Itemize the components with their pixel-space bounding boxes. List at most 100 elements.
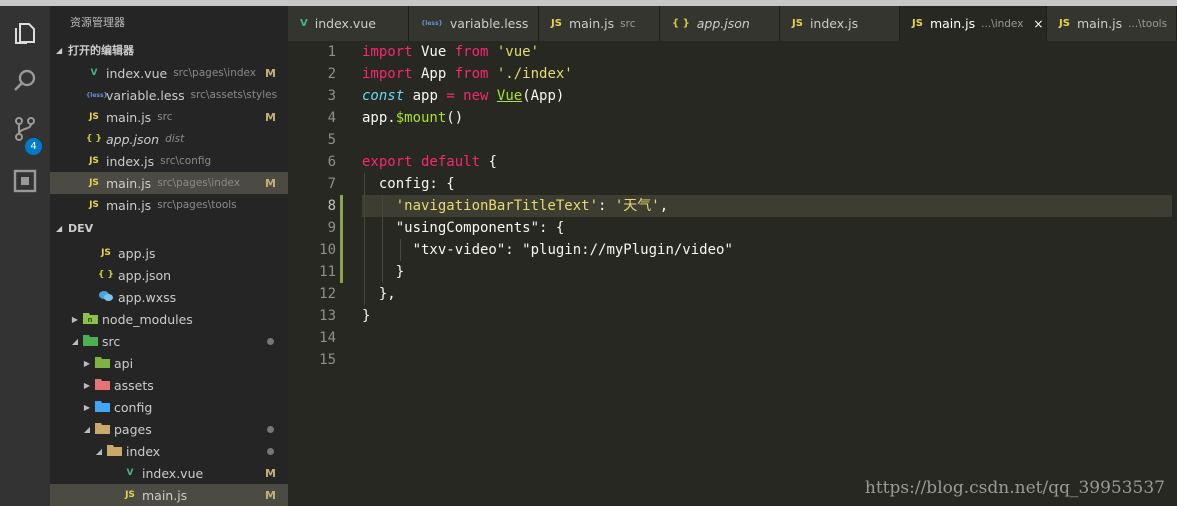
explorer-sidebar: 资源管理器 ◢ 打开的编辑器 V index.vue src\pages\inde… bbox=[50, 6, 288, 506]
folder-src-icon bbox=[82, 334, 98, 349]
line-number: 10 bbox=[319, 242, 336, 258]
tree-item[interactable]: app.wxss bbox=[50, 286, 288, 308]
code-token: : bbox=[505, 242, 523, 258]
code-token: config: bbox=[362, 176, 447, 192]
tree-folder[interactable]: ▶ api bbox=[50, 352, 288, 374]
file-name: main.js bbox=[106, 109, 152, 125]
code-line: "usingComponents": { bbox=[362, 217, 565, 239]
changes-dot bbox=[267, 425, 274, 433]
line-number: 11 bbox=[319, 264, 336, 280]
project-label: DEV bbox=[68, 222, 94, 235]
tab-label: index.vue bbox=[314, 16, 376, 31]
json-file-icon: { } bbox=[86, 134, 102, 144]
files-icon[interactable] bbox=[10, 18, 40, 48]
tab-main-js-src[interactable]: JS main.js src bbox=[539, 6, 660, 41]
line-number: 12 bbox=[319, 286, 336, 302]
tree-folder[interactable]: ◢ pages bbox=[50, 418, 288, 440]
vue-file-icon: V bbox=[300, 18, 308, 29]
code-token: , bbox=[659, 198, 669, 214]
tab-app-json[interactable]: { } app.json bbox=[660, 6, 780, 41]
folder-name: api bbox=[114, 355, 134, 371]
tab-label: main.js bbox=[568, 16, 615, 31]
search-icon[interactable] bbox=[10, 66, 40, 96]
file-path: src\config bbox=[160, 155, 212, 167]
tab-description: src bbox=[620, 17, 636, 30]
chevron-right-icon: ▶ bbox=[83, 402, 91, 412]
folder-open-icon bbox=[94, 422, 110, 437]
tab-index-vue[interactable]: V index.vue bbox=[288, 6, 409, 41]
folder-name: config bbox=[114, 399, 153, 415]
tree-folder[interactable]: ◢ index bbox=[50, 440, 288, 462]
line-number: 5 bbox=[327, 132, 336, 148]
open-editor-item[interactable]: JS main.js src M bbox=[50, 106, 288, 128]
code-token: import bbox=[362, 66, 413, 82]
code-token: "plugin://myPlugin/video" bbox=[522, 242, 733, 258]
changes-dot bbox=[267, 447, 274, 455]
folder-name: index bbox=[126, 443, 161, 459]
tab-label: main.js bbox=[929, 16, 976, 31]
code-editor[interactable]: 1 2 3 4 5 6 7 8 9 10 11 12 13 14 15 impo… bbox=[288, 41, 1177, 506]
folder-open-icon bbox=[106, 444, 122, 459]
open-editor-item[interactable]: { } app.json dist bbox=[50, 128, 288, 150]
code-token: : bbox=[539, 220, 556, 236]
code-token: Vue bbox=[412, 44, 455, 60]
code-token: } bbox=[362, 308, 371, 324]
changes-dot bbox=[267, 337, 274, 345]
chevron-down-icon: ◢ bbox=[71, 336, 79, 346]
line-number: 3 bbox=[327, 88, 336, 104]
folder-name: node_modules bbox=[102, 311, 193, 327]
tab-description: ...\index bbox=[981, 17, 1024, 30]
code-token: app. bbox=[362, 110, 396, 126]
code-token: "usingComponents" bbox=[362, 220, 540, 236]
tree-item-selected[interactable]: JS main.js M bbox=[50, 484, 288, 506]
code-token: export default bbox=[362, 154, 481, 170]
folder-name: pages bbox=[114, 421, 152, 437]
chevron-down-icon: ◢ bbox=[56, 224, 63, 233]
open-editor-item[interactable]: {less} variable.less src\assets\styles bbox=[50, 84, 288, 106]
tree-item[interactable]: JS app.js bbox=[50, 242, 288, 264]
line-number: 1 bbox=[327, 44, 336, 60]
open-editor-item[interactable]: JS index.js src\config bbox=[50, 150, 288, 172]
js-file-icon: JS bbox=[551, 18, 562, 29]
json-file-icon: { } bbox=[672, 18, 690, 29]
open-editors-header[interactable]: ◢ 打开的编辑器 bbox=[50, 40, 288, 62]
tab-index-js[interactable]: JS index.js bbox=[780, 6, 900, 41]
modified-indicator: M bbox=[265, 110, 276, 124]
tree-folder[interactable]: ◢ src bbox=[50, 330, 288, 352]
tree-folder[interactable]: ▶ n node_modules bbox=[50, 308, 288, 330]
code-token: app bbox=[404, 88, 447, 104]
js-file-icon: JS bbox=[101, 248, 111, 258]
chevron-down-icon: ◢ bbox=[56, 46, 63, 55]
line-number: 9 bbox=[327, 220, 336, 236]
chevron-down-icon: ◢ bbox=[95, 446, 103, 456]
tree-folder[interactable]: ▶ assets bbox=[50, 374, 288, 396]
code-token: { bbox=[480, 154, 497, 170]
tree-item[interactable]: V index.vue M bbox=[50, 462, 288, 484]
code-token: (App) bbox=[522, 88, 565, 104]
tab-variable-less[interactable]: {less} variable.less bbox=[409, 6, 539, 41]
code-token: './index' bbox=[488, 66, 573, 82]
tree-item[interactable]: { } app.json bbox=[50, 264, 288, 286]
scm-badge: 4 bbox=[25, 138, 42, 155]
modified-indicator: M bbox=[265, 488, 276, 502]
code-line: } bbox=[362, 305, 370, 327]
code-token: new bbox=[454, 88, 489, 104]
explorer-title: 资源管理器 bbox=[70, 16, 125, 29]
open-editor-item-active[interactable]: JS main.js src\pages\index M bbox=[50, 172, 288, 194]
tab-main-js-tools[interactable]: JS main.js ...\tools bbox=[1047, 6, 1177, 41]
extensions-icon[interactable] bbox=[10, 166, 40, 196]
js-file-icon: JS bbox=[89, 200, 99, 210]
tab-description: ...\tools bbox=[1128, 17, 1168, 30]
tab-main-js-index-active[interactable]: JS main.js ...\index × bbox=[900, 6, 1047, 41]
open-editor-item[interactable]: V index.vue src\pages\index M bbox=[50, 62, 288, 84]
project-header[interactable]: ◢ DEV bbox=[50, 218, 288, 240]
git-modified-bar bbox=[340, 195, 343, 217]
tab-label: app.json bbox=[696, 16, 750, 31]
folder-name: src bbox=[102, 333, 121, 349]
less-file-icon: {less} bbox=[421, 20, 443, 27]
tree-folder[interactable]: ▶ config bbox=[50, 396, 288, 418]
close-icon[interactable]: × bbox=[1033, 17, 1043, 31]
chevron-right-icon: ▶ bbox=[71, 314, 79, 324]
open-editor-item[interactable]: JS main.js src\pages\tools bbox=[50, 194, 288, 216]
code-line: export default { bbox=[362, 151, 497, 173]
